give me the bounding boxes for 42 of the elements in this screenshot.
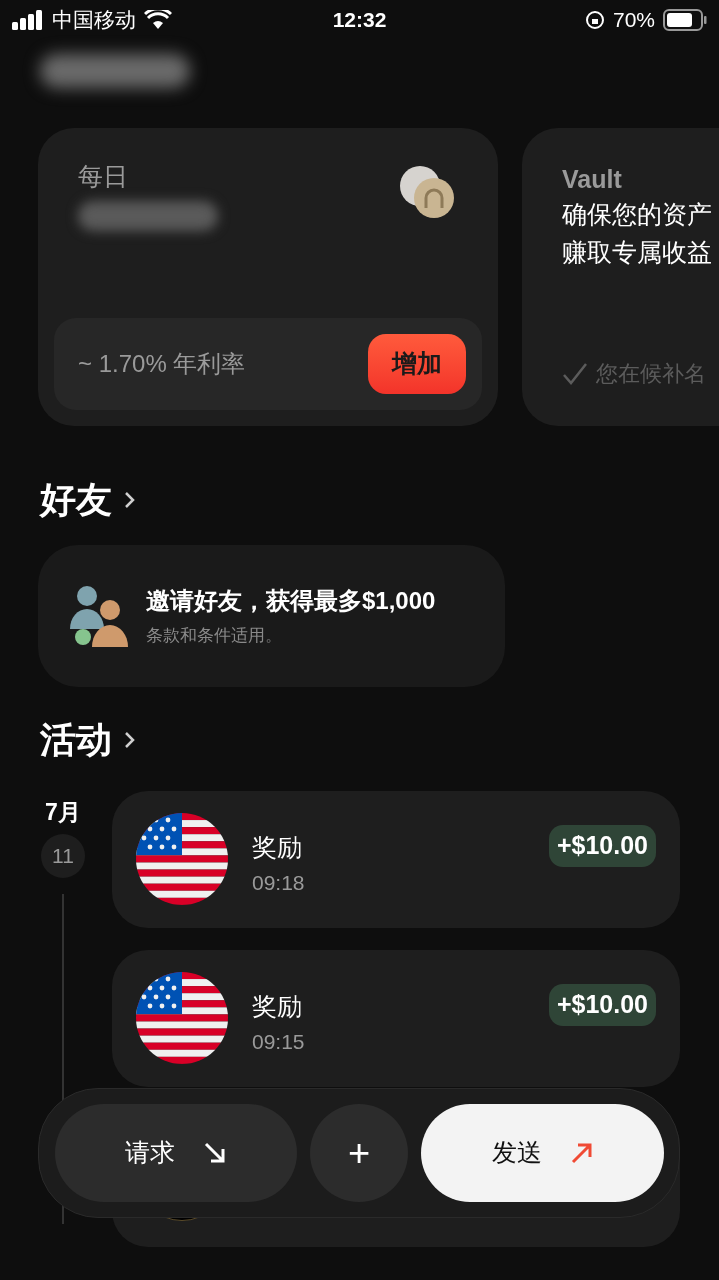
request-button[interactable]: 请求 — [55, 1104, 297, 1202]
transaction-card[interactable]: 奖励 09:15 +$10.00 — [112, 950, 680, 1087]
transaction-time: 09:18 — [252, 869, 305, 896]
section-heading[interactable]: 活动 — [40, 713, 112, 767]
check-icon — [562, 361, 588, 386]
invite-title: 邀请好友，获得最多$1,000 — [146, 586, 436, 617]
chevron-right-icon — [124, 490, 136, 510]
arrow-up-right-icon — [569, 1141, 594, 1165]
send-button[interactable]: 发送 — [421, 1104, 664, 1202]
wifi-icon — [144, 10, 172, 30]
rotation-lock-icon — [584, 10, 605, 30]
section-heading[interactable]: 好友 — [40, 473, 112, 527]
vault-description: 确保您的资产 — [562, 199, 713, 231]
battery-percentage: 70% — [612, 7, 655, 34]
clock: 12:32 — [332, 7, 387, 34]
arrow-down-right-icon — [203, 1141, 227, 1165]
carrier-name: 中国移动 — [52, 7, 136, 34]
transaction-card[interactable]: 奖励 09:18 +$10.00 — [112, 791, 680, 928]
signal-icon — [12, 10, 44, 30]
flag-icon — [136, 972, 228, 1064]
card-title: 每日 — [78, 164, 129, 189]
invite-terms: 条款和条件适用。 — [146, 625, 283, 648]
amount-badge: +$10.00 — [548, 825, 656, 867]
card-title: Vault — [562, 164, 623, 195]
interest-rate: ~ 1.70% 年利率 — [78, 349, 246, 379]
month-label: 7月 — [45, 798, 81, 827]
chevron-right-icon — [124, 730, 136, 750]
friends-icon — [70, 583, 130, 649]
flag-icon — [136, 813, 228, 905]
day-badge: 11 — [41, 833, 85, 878]
battery-icon — [663, 9, 707, 31]
vault-description: 赚取专属收益 — [562, 237, 713, 269]
amount-badge: +$10.00 — [548, 984, 656, 1026]
invite-card[interactable]: 邀请好友，获得最多$1,000 条款和条件适用。 — [38, 545, 505, 687]
transaction-title: 奖励 — [252, 991, 303, 1022]
transaction-title: 奖励 — [252, 832, 303, 863]
transaction-time: 09:15 — [252, 1028, 305, 1055]
add-action-button[interactable]: + — [310, 1104, 408, 1202]
add-button[interactable]: 增加 — [368, 334, 466, 394]
savings-card[interactable]: 每日 ~ 1.70% 年利率 增加 — [38, 128, 498, 426]
waitlist-status: 您在候补名 — [596, 360, 706, 388]
vault-card[interactable]: Vault 确保您的资产 赚取专属收益 您在候补名 — [522, 128, 719, 426]
